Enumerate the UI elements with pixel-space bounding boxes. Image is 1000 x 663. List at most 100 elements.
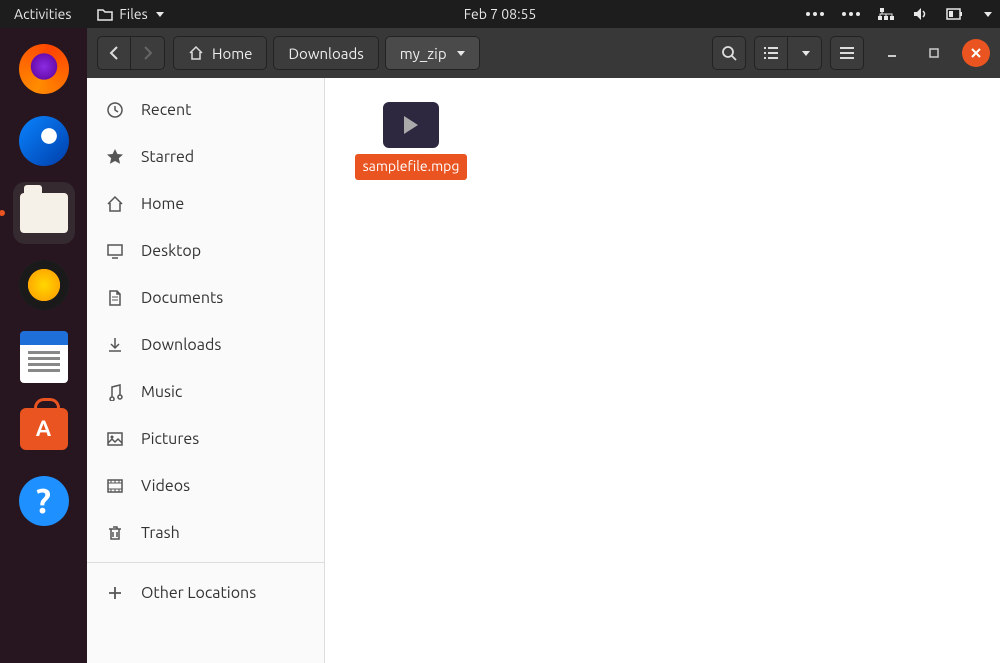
- pictures-icon: [105, 429, 125, 449]
- chevron-down-icon: [156, 12, 164, 17]
- indicator-dots-icon[interactable]: [842, 12, 860, 16]
- chevron-left-icon: [109, 46, 119, 60]
- sidebar-item-starred[interactable]: Starred: [87, 133, 324, 180]
- path-label: my_zip: [400, 45, 447, 62]
- path-segment-home[interactable]: Home: [173, 36, 267, 70]
- video-thumbnail: [383, 102, 439, 148]
- dock-app-rhythmbox[interactable]: [13, 254, 75, 316]
- home-icon: [105, 194, 125, 214]
- sidebar-item-label: Pictures: [141, 430, 199, 448]
- plus-icon: [105, 583, 125, 603]
- system-tray: [806, 6, 992, 22]
- desktop-icon: [105, 241, 125, 261]
- path-segment-downloads[interactable]: Downloads: [273, 36, 378, 70]
- file-item[interactable]: samplefile.mpg: [361, 102, 461, 180]
- folder-icon: [97, 7, 113, 21]
- sidebar-item-pictures[interactable]: Pictures: [87, 415, 324, 462]
- list-icon: [763, 46, 779, 60]
- network-icon[interactable]: [878, 6, 894, 22]
- play-icon: [404, 116, 418, 134]
- trash-icon: [105, 523, 125, 543]
- nav-buttons: [97, 36, 165, 70]
- star-icon: [105, 147, 125, 167]
- app-menu[interactable]: Files: [85, 0, 175, 28]
- headerbar: Home Downloads my_zip: [87, 28, 1000, 78]
- volume-icon[interactable]: [912, 6, 928, 22]
- file-name-label: samplefile.mpg: [355, 154, 468, 180]
- dock-app-libreoffice-writer[interactable]: [13, 326, 75, 388]
- sidebar-item-trash[interactable]: Trash: [87, 509, 324, 556]
- path-label: Downloads: [288, 45, 363, 62]
- gnome-topbar: Activities Files Feb 7 08:55: [0, 0, 1000, 28]
- search-icon: [721, 45, 737, 61]
- activities-button[interactable]: Activities: [0, 0, 85, 28]
- files-window: Home Downloads my_zip: [87, 28, 1000, 663]
- close-icon: [971, 48, 981, 58]
- hamburger-icon: [839, 46, 855, 60]
- sidebar-item-home[interactable]: Home: [87, 180, 324, 227]
- app-menu-label: Files: [119, 6, 147, 22]
- folder-icon: [20, 193, 68, 233]
- sidebar-item-downloads[interactable]: Downloads: [87, 321, 324, 368]
- clock[interactable]: Feb 7 08:55: [464, 6, 537, 22]
- downloads-icon: [105, 335, 125, 355]
- chevron-down-icon: [802, 51, 810, 56]
- sidebar-item-label: Other Locations: [141, 584, 256, 602]
- sidebar-item-documents[interactable]: Documents: [87, 274, 324, 321]
- dock-app-help[interactable]: ?: [13, 470, 75, 532]
- dock-app-ubuntu-software[interactable]: [13, 398, 75, 460]
- document-icon: [20, 331, 68, 383]
- hamburger-menu-button[interactable]: [830, 36, 864, 70]
- sidebar-item-music[interactable]: Music: [87, 368, 324, 415]
- documents-icon: [105, 288, 125, 308]
- sidebar-item-label: Home: [141, 195, 184, 213]
- ubuntu-dock: ?: [0, 28, 87, 663]
- sidebar-item-label: Trash: [141, 524, 180, 542]
- file-view[interactable]: samplefile.mpg: [325, 78, 1000, 663]
- chevron-down-icon[interactable]: [984, 12, 992, 17]
- separator: [87, 562, 324, 563]
- view-dropdown-button[interactable]: [788, 36, 822, 70]
- question-icon: ?: [19, 476, 69, 526]
- sidebar-item-other-locations[interactable]: Other Locations: [87, 569, 324, 616]
- chevron-down-icon: [457, 51, 465, 56]
- thunderbird-icon: [19, 116, 69, 166]
- dock-app-firefox[interactable]: [13, 38, 75, 100]
- battery-icon[interactable]: [946, 7, 964, 21]
- dock-app-thunderbird[interactable]: [13, 110, 75, 172]
- speaker-icon: [19, 260, 69, 310]
- sidebar-item-recent[interactable]: Recent: [87, 86, 324, 133]
- sidebar-item-label: Desktop: [141, 242, 201, 260]
- dock-app-files[interactable]: [13, 182, 75, 244]
- back-button[interactable]: [97, 36, 131, 70]
- forward-button[interactable]: [131, 36, 165, 70]
- sidebar-item-desktop[interactable]: Desktop: [87, 227, 324, 274]
- maximize-icon: [928, 47, 940, 59]
- pathbar: Home Downloads my_zip: [173, 36, 480, 70]
- view-controls: [754, 36, 822, 70]
- search-button[interactable]: [712, 36, 746, 70]
- sidebar-item-label: Downloads: [141, 336, 221, 354]
- sidebar-item-label: Starred: [141, 148, 194, 166]
- music-icon: [105, 382, 125, 402]
- minimize-button[interactable]: [878, 39, 906, 67]
- close-button[interactable]: [962, 39, 990, 67]
- window-body: Recent Starred Home Desktop Documents Do…: [87, 78, 1000, 663]
- chevron-right-icon: [143, 46, 153, 60]
- sidebar-item-label: Music: [141, 383, 182, 401]
- minimize-icon: [886, 47, 898, 59]
- shopping-bag-icon: [20, 408, 68, 450]
- path-label: Home: [212, 45, 252, 62]
- places-sidebar: Recent Starred Home Desktop Documents Do…: [87, 78, 325, 663]
- sidebar-item-videos[interactable]: Videos: [87, 462, 324, 509]
- sidebar-item-label: Documents: [141, 289, 223, 307]
- home-icon: [188, 45, 204, 61]
- maximize-button[interactable]: [920, 39, 948, 67]
- sidebar-item-label: Videos: [141, 477, 190, 495]
- clock-icon: [105, 100, 125, 120]
- videos-icon: [105, 476, 125, 496]
- indicator-dots-icon[interactable]: [806, 12, 824, 16]
- list-view-button[interactable]: [754, 36, 788, 70]
- sidebar-item-label: Recent: [141, 101, 191, 119]
- path-segment-current[interactable]: my_zip: [385, 36, 480, 70]
